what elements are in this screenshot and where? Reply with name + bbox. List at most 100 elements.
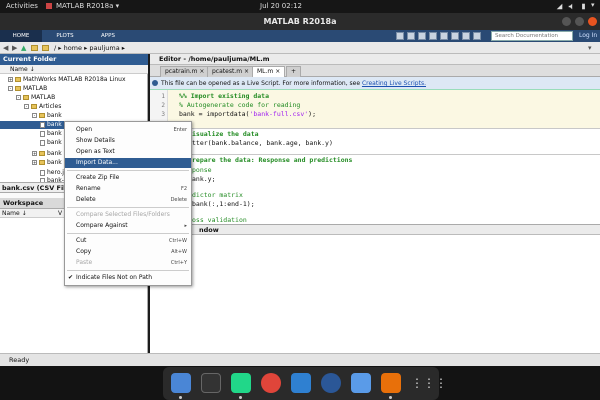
menu-item-paste[interactable]: Paste Ctrl+Y bbox=[65, 258, 191, 268]
help-icon[interactable] bbox=[473, 32, 481, 40]
tree-item[interactable]: bank bbox=[40, 139, 62, 147]
code-line: bank(:,1:end-1); bbox=[192, 200, 255, 208]
code-line: %% Import existing data bbox=[179, 92, 270, 100]
app-grid-icon[interactable]: ⋮⋮⋮ bbox=[411, 373, 447, 393]
tree-item[interactable]: - MATLAB bbox=[8, 85, 47, 93]
folder-icon bbox=[31, 104, 37, 109]
name-column-header[interactable]: Name ↓ bbox=[0, 65, 148, 74]
menu-item-show-details[interactable]: Show Details bbox=[65, 136, 191, 146]
clock[interactable]: Jul 20 02:12 bbox=[260, 2, 302, 10]
matlab-icon[interactable] bbox=[381, 373, 401, 393]
menu-item-copy[interactable]: Copy Alt+W bbox=[65, 247, 191, 257]
code-line: ank.y; bbox=[192, 175, 216, 183]
kolourpaint-icon[interactable] bbox=[351, 373, 371, 393]
menu-separator bbox=[67, 233, 189, 234]
maximize-icon[interactable] bbox=[575, 17, 584, 26]
terminal-icon[interactable] bbox=[201, 373, 221, 393]
save-icon[interactable] bbox=[396, 32, 404, 40]
menu-item-rename[interactable]: Rename F2 bbox=[65, 184, 191, 194]
menu-item-import-data[interactable]: Import Data... bbox=[65, 158, 191, 168]
expand-icon[interactable]: + bbox=[8, 77, 13, 82]
activities-button[interactable]: Activities bbox=[6, 2, 38, 10]
tree-item[interactable]: bank bbox=[40, 130, 62, 138]
forward-icon[interactable]: ▶ bbox=[12, 44, 17, 52]
live-script-info-bar: This file can be opened as a Live Script… bbox=[150, 77, 600, 90]
creating-live-scripts-link[interactable]: Creating Live Scripts. bbox=[362, 80, 426, 87]
current-path[interactable]: / ▸ home ▸ pauljuma ▸ bbox=[54, 42, 125, 54]
code-line: ponse bbox=[192, 166, 212, 174]
close-icon[interactable] bbox=[588, 17, 597, 26]
code-editor[interactable]: 1 2 3 %% Import existing data % Autogene… bbox=[150, 90, 600, 224]
volume-icon[interactable] bbox=[568, 3, 575, 10]
pycharm-icon[interactable] bbox=[231, 373, 251, 393]
tab-apps[interactable]: APPS bbox=[88, 30, 128, 42]
tree-item[interactable]: + bank bbox=[32, 159, 62, 167]
expand-icon[interactable]: + bbox=[32, 160, 37, 165]
folder-icon bbox=[15, 86, 21, 91]
workspace-value-column[interactable]: V bbox=[58, 209, 62, 218]
tab-plots[interactable]: PLOTS bbox=[42, 30, 88, 42]
file-icon bbox=[40, 121, 45, 128]
editor-tab-pcatrain[interactable]: pcatrain.m × bbox=[160, 66, 210, 77]
workspace-name-column[interactable]: Name ↓ bbox=[2, 210, 27, 217]
new-tab-button[interactable]: + bbox=[286, 66, 302, 77]
menu-item-open[interactable]: Open Enter bbox=[65, 125, 191, 135]
cell-divider bbox=[168, 128, 600, 129]
search-documentation-input[interactable]: Search Documentation bbox=[491, 31, 573, 41]
tree-item[interactable]: - Articles bbox=[24, 103, 61, 111]
command-window[interactable]: fx bbox=[150, 235, 600, 353]
collapse-icon[interactable]: - bbox=[8, 86, 13, 91]
tree-item[interactable]: hero.j bbox=[40, 169, 64, 177]
redo-icon[interactable] bbox=[451, 32, 459, 40]
tab-home[interactable]: HOME bbox=[0, 30, 42, 42]
collapse-icon[interactable]: - bbox=[32, 113, 37, 118]
editor-tab-pcatest[interactable]: pcatest.m × bbox=[207, 66, 254, 77]
paste-icon[interactable] bbox=[429, 32, 437, 40]
folder-icon bbox=[39, 160, 45, 165]
switch-windows-icon[interactable] bbox=[462, 32, 470, 40]
path-dropdown-icon[interactable]: ▾ bbox=[588, 44, 592, 52]
expand-icon[interactable]: + bbox=[32, 151, 37, 156]
code-line: bank = importdata('bank-full.csv'); bbox=[179, 110, 316, 118]
code-line: tter(bank.balance, bank.age, bank.y) bbox=[192, 139, 333, 147]
running-indicator bbox=[389, 396, 392, 399]
browse-folder-icon[interactable] bbox=[31, 45, 38, 51]
network-icon[interactable] bbox=[556, 3, 563, 10]
folder-icon bbox=[39, 113, 45, 118]
menu-item-indicate-files[interactable]: ✔ Indicate Files Not on Path bbox=[65, 273, 191, 283]
tree-item-selected[interactable]: bank bbox=[0, 121, 66, 129]
tree-item[interactable]: + bank bbox=[32, 150, 62, 158]
menu-item-open-as-text[interactable]: Open as Text bbox=[65, 147, 191, 157]
menu-item-create-zip[interactable]: Create Zip File bbox=[65, 173, 191, 183]
menu-item-cut[interactable]: Cut Ctrl+W bbox=[65, 236, 191, 246]
tree-item[interactable]: - MATLAB bbox=[16, 94, 55, 102]
undo-icon[interactable] bbox=[440, 32, 448, 40]
minimize-icon[interactable] bbox=[562, 17, 571, 26]
dock-tray: ⋮⋮⋮ bbox=[163, 367, 447, 400]
login-link[interactable]: Log In bbox=[579, 31, 597, 41]
finder-icon[interactable] bbox=[171, 373, 191, 393]
matlab-app-icon bbox=[46, 3, 52, 9]
editor-tab-ml[interactable]: ML.m × bbox=[252, 66, 286, 77]
menu-item-compare-against[interactable]: Compare Against ▸ bbox=[65, 221, 191, 231]
menu-item-compare-selected[interactable]: Compare Selected Files/Folders bbox=[65, 210, 191, 220]
app-menu[interactable]: MATLAB R2018a ▾ bbox=[56, 2, 119, 10]
menu-item-delete[interactable]: Delete Delete bbox=[65, 195, 191, 205]
running-indicator bbox=[239, 396, 242, 399]
battery-icon[interactable] bbox=[580, 3, 587, 10]
current-folder-title: Current Folder bbox=[0, 54, 148, 65]
cut-icon[interactable] bbox=[407, 32, 415, 40]
copy-icon[interactable] bbox=[418, 32, 426, 40]
tree-item[interactable]: - bank bbox=[32, 112, 62, 120]
code-line: isualize the data bbox=[192, 130, 259, 138]
collapse-icon[interactable]: - bbox=[16, 95, 21, 100]
collapse-icon[interactable]: - bbox=[24, 104, 29, 109]
word-icon[interactable] bbox=[321, 373, 341, 393]
up-folder-icon[interactable]: ▲ bbox=[21, 44, 26, 52]
context-menu: Open Enter Show Details Open as Text Impo… bbox=[64, 121, 192, 286]
back-icon[interactable]: ◀ bbox=[3, 44, 8, 52]
system-menu-icon[interactable]: ▾ bbox=[591, 1, 595, 9]
tree-item[interactable]: + MathWorks MATLAB R2018a Linux bbox=[8, 76, 126, 84]
vscode-icon[interactable] bbox=[291, 373, 311, 393]
chrome-icon[interactable] bbox=[261, 373, 281, 393]
